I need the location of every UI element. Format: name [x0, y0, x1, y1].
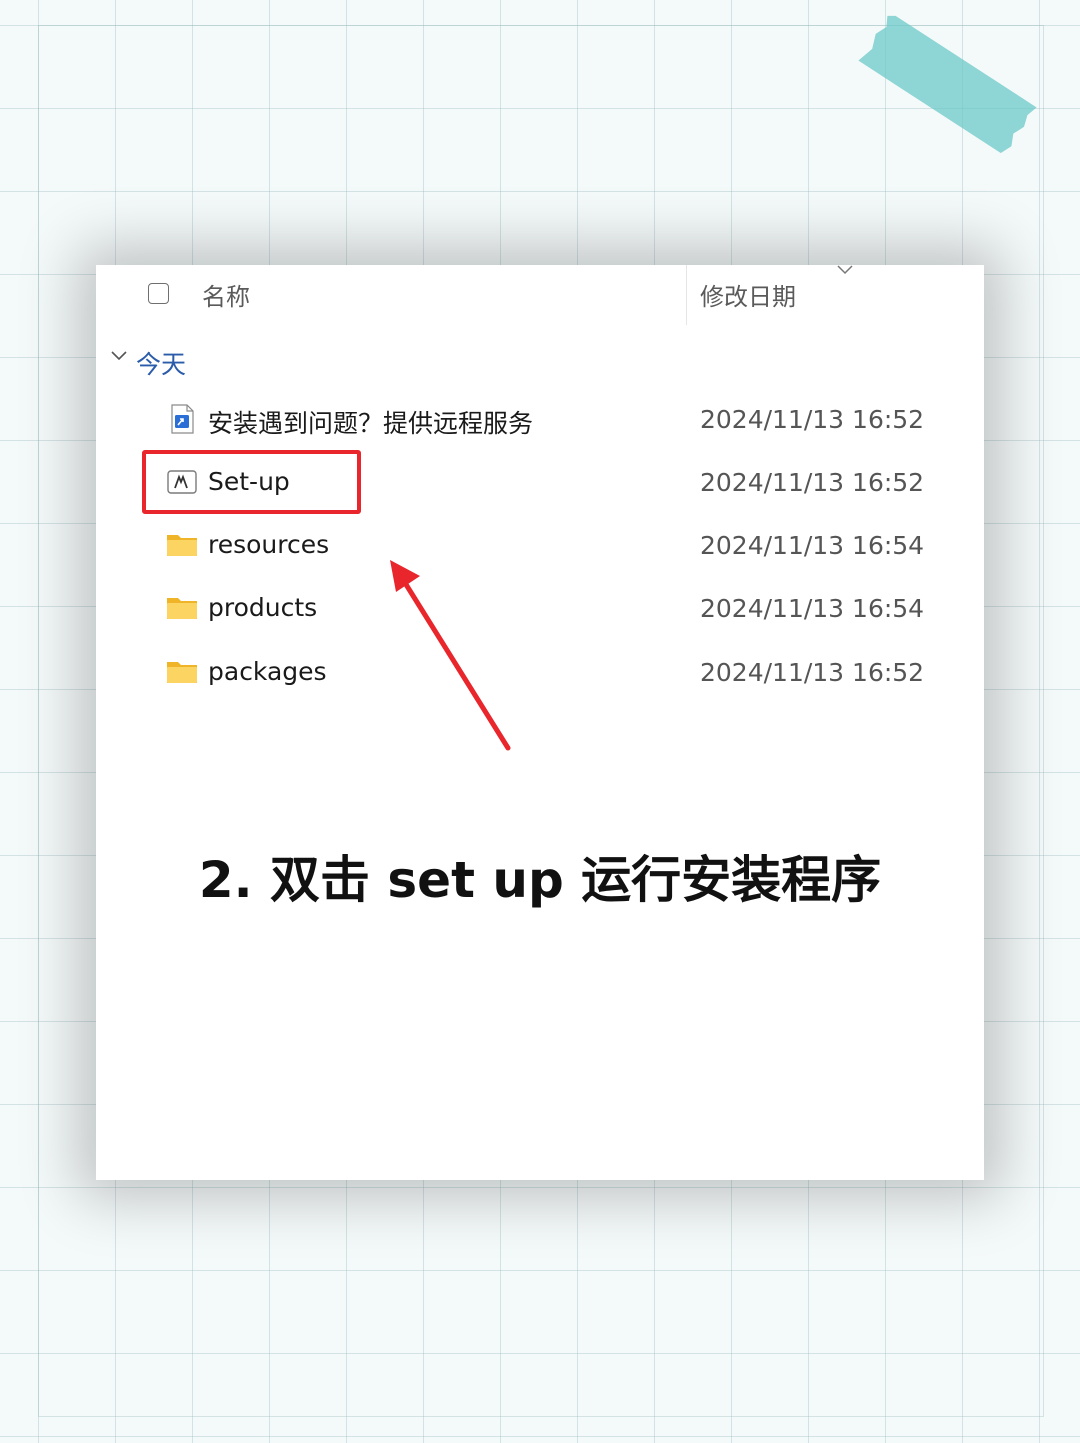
file-row-remote-service[interactable]: 安装遇到问题？提供远程服务 2024/11/13 16:52 — [96, 393, 984, 449]
file-explorer-screenshot: 名称 修改日期 今天 安装遇到问题？提供远程服务 2024/11/13 16:5… — [96, 265, 984, 1180]
folder-icon — [166, 592, 198, 624]
folder-row-products[interactable]: products 2024/11/13 16:54 — [96, 582, 984, 638]
folder-row-resources[interactable]: resources 2024/11/13 16:54 — [96, 519, 984, 575]
file-name: 安装遇到问题？提供远程服务 — [208, 409, 534, 438]
file-date: 2024/11/13 16:52 — [700, 468, 925, 497]
folder-name: packages — [208, 657, 327, 686]
file-date: 2024/11/13 16:52 — [700, 405, 925, 434]
folder-row-packages[interactable]: packages 2024/11/13 16:52 — [96, 646, 984, 702]
chevron-down-icon[interactable] — [110, 347, 128, 368]
highlight-box — [142, 450, 361, 514]
red-arrow-icon — [390, 560, 511, 751]
folder-name: resources — [208, 530, 330, 559]
column-header-date-modified[interactable]: 修改日期 — [700, 277, 796, 312]
folder-name: products — [208, 593, 318, 622]
select-all-checkbox[interactable] — [148, 283, 169, 304]
sort-chevron-icon — [836, 263, 854, 281]
column-header-name[interactable]: 名称 — [202, 277, 250, 312]
folder-icon — [166, 529, 198, 561]
group-header-today[interactable]: 今天 — [136, 345, 186, 381]
instruction-caption: 2. 双击 set up 运行安装程序 — [198, 851, 882, 909]
file-date: 2024/11/13 16:52 — [700, 658, 925, 687]
file-date: 2024/11/13 16:54 — [700, 531, 925, 560]
file-date: 2024/11/13 16:54 — [700, 594, 925, 623]
column-divider[interactable] — [686, 265, 687, 325]
shortcut-file-icon — [166, 403, 198, 435]
folder-icon — [166, 656, 198, 688]
